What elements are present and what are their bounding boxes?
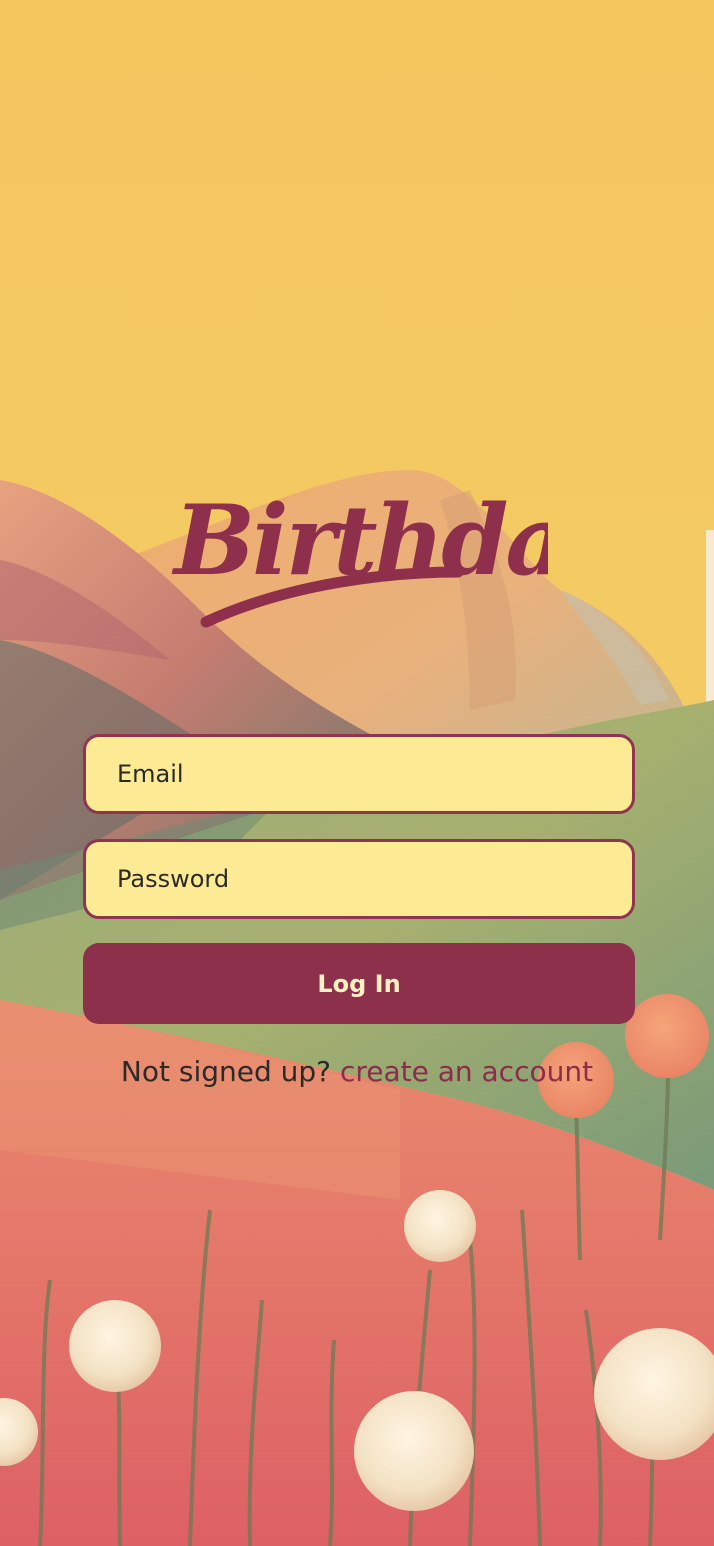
log-in-button[interactable]: Log In (83, 943, 635, 1024)
signup-prompt-text: Not signed up? (120, 1055, 332, 1088)
email-field[interactable] (83, 734, 635, 814)
create-account-link[interactable]: create an account (340, 1055, 593, 1088)
birthdays-logo: Birthdays (171, 484, 548, 628)
password-field[interactable] (83, 839, 635, 919)
signup-prompt-row: Not signed up? create an account (0, 1055, 714, 1088)
